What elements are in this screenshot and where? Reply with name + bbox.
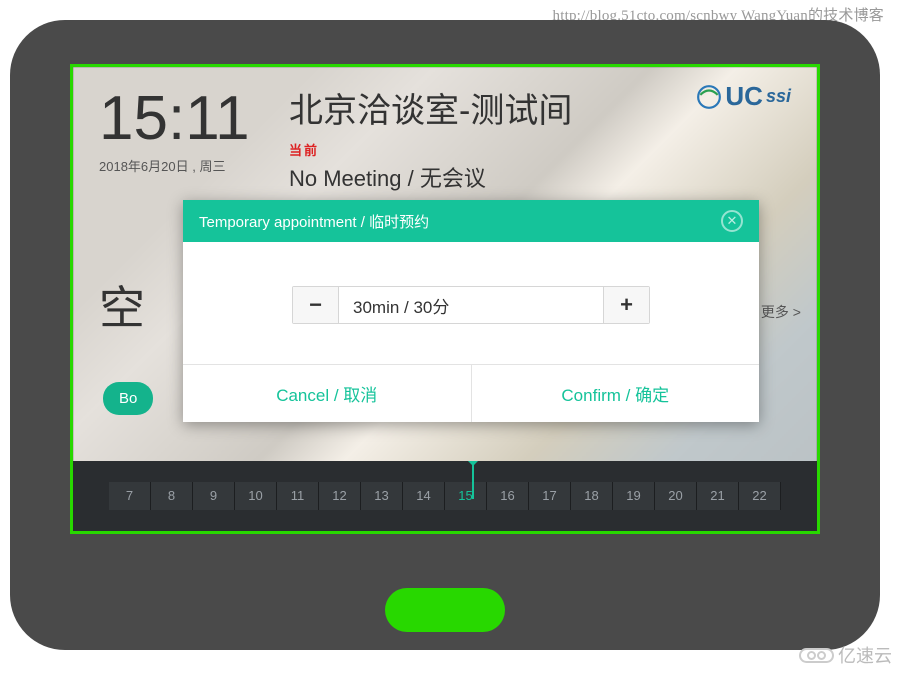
confirm-button[interactable]: Confirm / 确定 bbox=[472, 365, 760, 422]
home-button[interactable] bbox=[385, 588, 505, 632]
book-row: Bo bbox=[103, 382, 153, 415]
timeline-hour[interactable]: 18 bbox=[571, 482, 613, 510]
timeline-hour[interactable]: 19 bbox=[613, 482, 655, 510]
modal-footer: Cancel / 取消 Confirm / 确定 bbox=[183, 364, 759, 422]
modal-title: Temporary appointment / 临时预约 bbox=[199, 211, 429, 232]
timeline-hour[interactable]: 14 bbox=[403, 482, 445, 510]
brand-logo: UCssi bbox=[696, 81, 791, 112]
watermark-icon bbox=[799, 648, 834, 663]
clock: 15:11 2018年6月20日 , 周三 bbox=[99, 83, 279, 197]
timeline-hour[interactable]: 17 bbox=[529, 482, 571, 510]
duration-stepper: − 30min / 30分 + bbox=[292, 286, 650, 324]
globe-icon bbox=[696, 84, 722, 110]
appointment-modal: Temporary appointment / 临时预约 ✕ − 30min /… bbox=[183, 200, 759, 422]
meeting-status: No Meeting / 无会议 bbox=[289, 161, 791, 193]
timeline-hour[interactable]: 16 bbox=[487, 482, 529, 510]
modal-body: − 30min / 30分 + bbox=[183, 242, 759, 364]
availability-badge: 空 bbox=[99, 272, 145, 338]
increment-button[interactable]: + bbox=[603, 287, 649, 323]
brand-suffix: ssi bbox=[766, 86, 791, 107]
current-label: 当前 bbox=[289, 140, 791, 159]
timeline-hour[interactable]: 22 bbox=[739, 482, 781, 510]
timeline-hour[interactable]: 21 bbox=[697, 482, 739, 510]
watermark: 亿速云 bbox=[799, 642, 892, 668]
timeline-hour[interactable]: 15 bbox=[445, 482, 487, 510]
timeline-hour[interactable]: 20 bbox=[655, 482, 697, 510]
watermark-text: 亿速云 bbox=[838, 642, 892, 668]
timeline-hour[interactable]: 12 bbox=[319, 482, 361, 510]
timeline[interactable]: 78910111213141516171819202122 bbox=[73, 461, 817, 531]
screen: 15:11 2018年6月20日 , 周三 北京洽谈室-测试间 当前 No Me… bbox=[70, 64, 820, 534]
timeline-hour[interactable]: 11 bbox=[277, 482, 319, 510]
current-time-marker bbox=[472, 465, 474, 499]
cancel-button[interactable]: Cancel / 取消 bbox=[183, 365, 472, 422]
duration-value: 30min / 30分 bbox=[339, 287, 603, 323]
more-link[interactable]: / 更多 > bbox=[753, 302, 801, 322]
timeline-hour[interactable]: 9 bbox=[193, 482, 235, 510]
timeline-hour[interactable]: 10 bbox=[235, 482, 277, 510]
clock-time: 15:11 bbox=[99, 83, 279, 154]
close-icon[interactable]: ✕ bbox=[721, 210, 743, 232]
device-frame: 15:11 2018年6月20日 , 周三 北京洽谈室-测试间 当前 No Me… bbox=[10, 20, 880, 650]
modal-header: Temporary appointment / 临时预约 ✕ bbox=[183, 200, 759, 242]
book-button[interactable]: Bo bbox=[103, 382, 153, 415]
decrement-button[interactable]: − bbox=[293, 287, 339, 323]
timeline-hour[interactable]: 8 bbox=[151, 482, 193, 510]
timeline-hour[interactable]: 7 bbox=[109, 482, 151, 510]
timeline-hour[interactable]: 13 bbox=[361, 482, 403, 510]
brand-text: UC bbox=[725, 81, 763, 112]
clock-date: 2018年6月20日 , 周三 bbox=[99, 156, 279, 175]
